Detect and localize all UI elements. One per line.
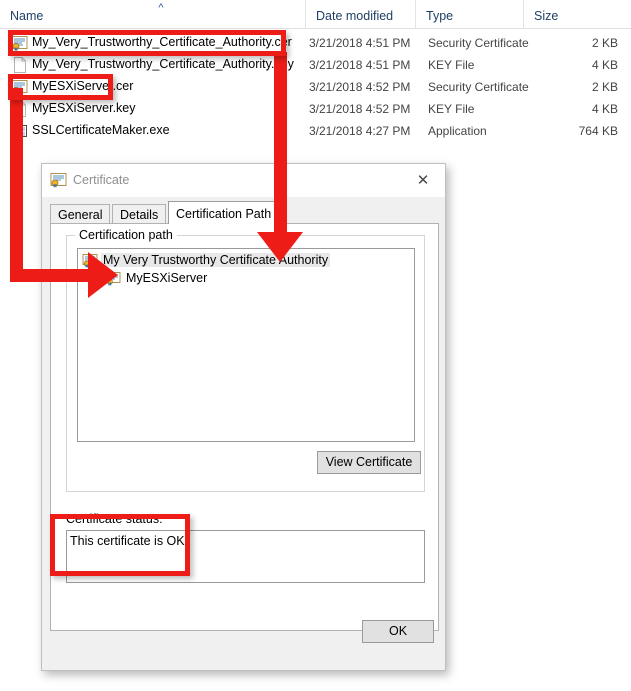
table-row[interactable]: MyESXiServer.key 3/21/2018 4:52 PM KEY F…	[0, 98, 631, 120]
file-date-modified: 3/21/2018 4:27 PM	[309, 124, 411, 138]
column-header-size[interactable]: Size	[523, 0, 631, 29]
generic-file-icon	[11, 57, 28, 73]
column-header-size-label: Size	[534, 9, 559, 23]
file-type: Security Certificate	[428, 80, 529, 94]
file-name: My_Very_Trustworthy_Certificate_Authorit…	[32, 57, 294, 71]
tree-node-child-label: MyESXiServer	[126, 271, 208, 285]
dialog-title: Certificate	[73, 173, 130, 187]
arrow-server-to-tree-child-stem-vertical	[10, 88, 23, 282]
file-name: SSLCertificateMaker.exe	[32, 123, 170, 137]
highlight-ca-cer-row	[8, 30, 286, 56]
dialog-titlebar: Certificate ✕	[42, 164, 445, 197]
column-header-type[interactable]: Type	[415, 0, 523, 29]
certificate-dialog: Certificate ✕ General Details Certificat…	[41, 163, 446, 671]
column-header-type-label: Type	[426, 9, 454, 23]
table-row[interactable]: My_Very_Trustworthy_Certificate_Authorit…	[0, 54, 631, 76]
arrow-ca-to-tree-root-stem	[274, 52, 287, 247]
file-date-modified: 3/21/2018 4:52 PM	[309, 102, 411, 116]
highlight-server-cer-row	[8, 74, 113, 100]
tab-general[interactable]: General	[50, 204, 111, 224]
file-date-modified: 3/21/2018 4:52 PM	[309, 80, 411, 94]
column-header-date-modified-label: Date modified	[316, 9, 394, 23]
file-size: 4 KB	[591, 102, 618, 116]
arrow-ca-to-tree-root-head	[257, 232, 303, 262]
close-icon[interactable]: ✕	[401, 164, 445, 196]
file-date-modified: 3/21/2018 4:51 PM	[309, 58, 411, 72]
file-size: 2 KB	[591, 80, 618, 94]
file-size: 2 KB	[591, 36, 618, 50]
file-size: 764 KB	[578, 124, 618, 138]
view-certificate-button[interactable]: View Certificate	[317, 451, 421, 474]
sort-ascending-icon: ^	[158, 2, 164, 14]
file-size: 4 KB	[591, 58, 618, 72]
tab-certification-path[interactable]: Certification Path	[168, 201, 280, 224]
column-header-name-label: Name	[10, 9, 44, 23]
file-type: Application	[428, 124, 487, 138]
certificate-icon	[50, 172, 67, 188]
file-date-modified: 3/21/2018 4:51 PM	[309, 36, 411, 50]
file-name: MyESXiServer.key	[32, 101, 136, 115]
tab-strip: General Details Certification Path	[50, 201, 439, 224]
highlight-certificate-status	[50, 514, 190, 576]
certification-path-legend: Certification path	[75, 228, 177, 242]
dialog-footer: OK	[42, 603, 447, 670]
arrow-server-to-tree-child-stem-horizontal	[10, 269, 96, 282]
table-row[interactable]: SSLCertificateMaker.exe 3/21/2018 4:27 P…	[0, 120, 631, 142]
arrow-server-to-tree-child-head	[88, 252, 118, 298]
ok-button[interactable]: OK	[362, 620, 434, 643]
file-type: KEY File	[428, 58, 475, 72]
certification-path-groupbox: Certification path My Very Trustworthy C…	[66, 228, 425, 492]
file-type: KEY File	[428, 102, 475, 116]
column-header-date-modified[interactable]: Date modified	[305, 0, 415, 29]
certification-path-tree[interactable]: My Very Trustworthy Certificate Authorit…	[77, 248, 415, 442]
column-header-name[interactable]: Name ^	[0, 0, 305, 29]
file-type: Security Certificate	[428, 36, 529, 50]
tab-details[interactable]: Details	[112, 204, 167, 224]
